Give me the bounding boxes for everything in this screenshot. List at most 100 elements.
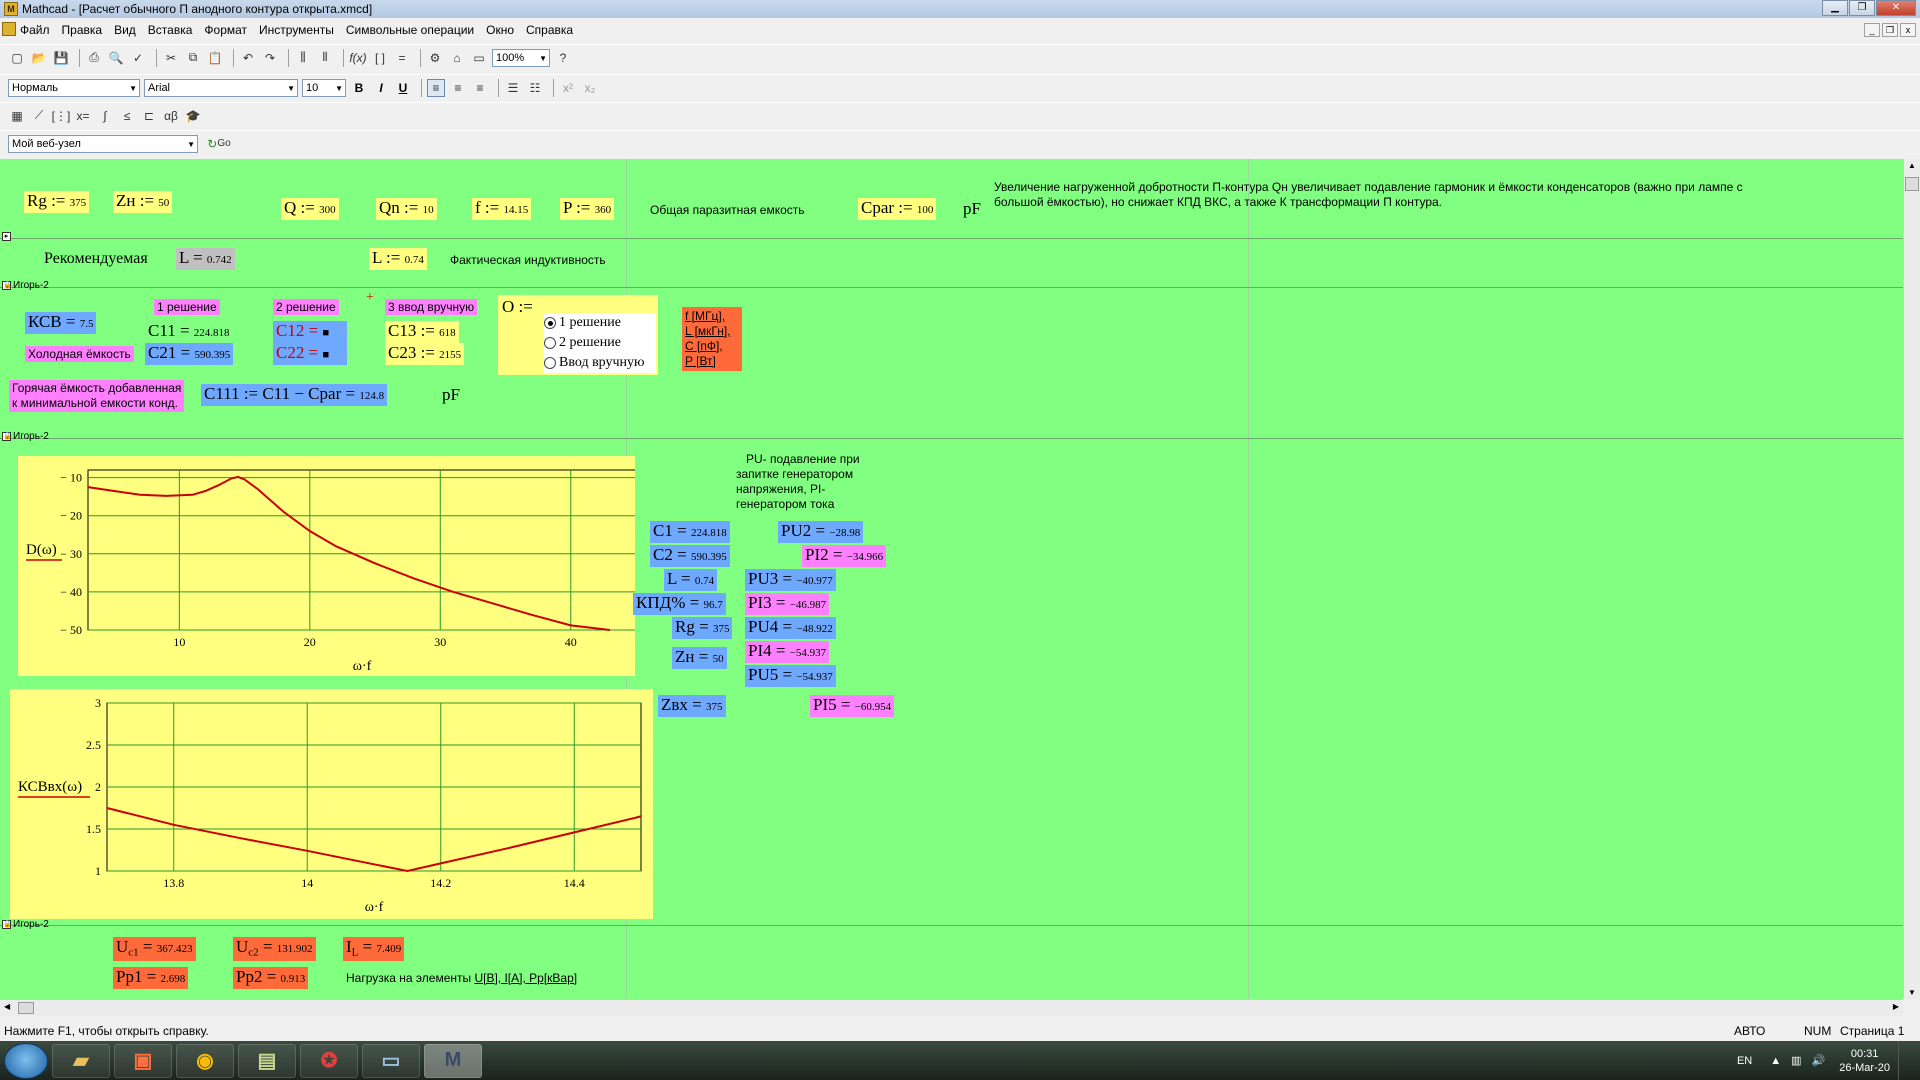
pu5-result[interactable]: PU5 = −54.937	[745, 665, 836, 687]
align-center-icon[interactable]: ≡	[449, 79, 467, 97]
menu-window[interactable]: Окно	[480, 23, 520, 37]
c13-definition[interactable]: C13 := 618	[385, 321, 459, 343]
language-indicator[interactable]: EN	[1737, 1055, 1752, 1067]
scroll-down-icon[interactable]: ▼	[1908, 988, 1916, 997]
menu-symbolics[interactable]: Символьные операции	[340, 23, 480, 37]
pp2-result[interactable]: Pp2 = 0.913	[233, 967, 309, 989]
bullets-icon[interactable]: ☰	[504, 79, 522, 97]
menu-format[interactable]: Формат	[198, 23, 253, 37]
symbolic-icon[interactable]: 🎓	[184, 107, 202, 125]
qn-definition[interactable]: Qn := 10	[376, 198, 437, 220]
clock[interactable]: 00:31 26-Mar-20	[1839, 1047, 1890, 1075]
open-icon[interactable]: 📂	[30, 49, 48, 67]
c23-definition[interactable]: C23 := 2155	[385, 343, 465, 365]
bold-button[interactable]: B	[350, 79, 368, 97]
horizontal-scrollbar[interactable]: ◀ ▶	[0, 999, 1903, 1016]
region-marker[interactable]: ▸	[2, 232, 13, 241]
l-result[interactable]: L = 0.74	[664, 569, 718, 591]
kpd-result[interactable]: КПД% = 96.7	[633, 593, 726, 615]
insert-component-icon[interactable]: ⚙	[426, 49, 444, 67]
radio-manual[interactable]: Ввод вручную	[544, 353, 656, 373]
region-igor-2[interactable]: 🔒 Игорь-2	[2, 431, 49, 442]
start-button[interactable]	[4, 1042, 48, 1079]
l-recommended[interactable]: L = 0.742	[176, 248, 235, 270]
font-select[interactable]: Arial ▼	[144, 78, 298, 97]
underline-button[interactable]: U	[394, 79, 412, 97]
calculus-icon[interactable]: ∫	[96, 107, 114, 125]
doc-close-button[interactable]: x	[1900, 23, 1916, 37]
radio-solution-2[interactable]: 2 решение	[544, 333, 656, 353]
new-icon[interactable]: ▢	[8, 49, 26, 67]
c2-result[interactable]: C2 = 590.395	[650, 545, 730, 567]
game-taskbar-icon[interactable]: ✪	[300, 1043, 358, 1078]
redo-icon[interactable]: ↷	[261, 49, 279, 67]
pu2-result[interactable]: PU2 = −28.98	[778, 521, 864, 543]
copy-icon[interactable]: ⧉	[184, 49, 202, 67]
align-across-icon[interactable]: ⫼	[294, 49, 312, 67]
resource-center-icon[interactable]: ⌂	[448, 49, 466, 67]
region-igor-2[interactable]: 🔒 Игорь-2	[2, 280, 49, 291]
calculate-icon[interactable]: =	[393, 49, 411, 67]
scroll-left-icon[interactable]: ◀	[4, 1002, 10, 1011]
zn-definition[interactable]: Zн := 50	[113, 191, 173, 213]
paste-icon[interactable]: 📋	[206, 49, 224, 67]
scroll-up-icon[interactable]: ▲	[1908, 161, 1916, 170]
align-left-icon[interactable]: ≡	[427, 78, 445, 97]
plot-d-omega[interactable]: 10 20 30 40 − 10 − 20 − 30 − 40 − 50 D(ω) ω·f	[18, 456, 637, 676]
q-definition[interactable]: Q := 300	[281, 198, 339, 220]
c1-result[interactable]: C1 = 224.818	[650, 521, 730, 543]
pu4-result[interactable]: PU4 = −48.922	[745, 617, 836, 639]
save-icon[interactable]: 💾	[52, 49, 70, 67]
worksheet[interactable]: Rg := 375 Zн := 50 Q := 300 Qn := 10 f :…	[0, 159, 1903, 999]
f-definition[interactable]: f := 14.15	[472, 198, 532, 220]
print-preview-icon[interactable]: 🔍	[107, 49, 125, 67]
evaluation-icon[interactable]: x=	[74, 107, 92, 125]
pi2-result[interactable]: PI2 = −34.966	[802, 545, 887, 567]
app-taskbar-icon[interactable]: ▣	[114, 1043, 172, 1078]
zn-result[interactable]: Zн = 50	[672, 647, 727, 669]
menu-insert[interactable]: Вставка	[142, 23, 199, 37]
vertical-scroll-thumb[interactable]	[1905, 177, 1919, 191]
scroll-right-icon[interactable]: ▶	[1893, 1002, 1899, 1011]
explorer-taskbar-icon[interactable]: ▰	[52, 1043, 110, 1078]
l-actual-definition[interactable]: L := 0.74	[369, 248, 427, 270]
pi3-result[interactable]: PI3 = −46.987	[745, 593, 830, 615]
maximize-button[interactable]: ❐	[1849, 0, 1875, 16]
menu-edit[interactable]: Правка	[56, 23, 109, 37]
c21-result[interactable]: C21 = 590.395	[145, 343, 234, 365]
c11-result[interactable]: C11 = 224.818	[145, 321, 233, 343]
doc-minimize-button[interactable]: _	[1864, 23, 1880, 37]
ksv-result[interactable]: КСВ = 7.5	[25, 312, 97, 334]
pi4-result[interactable]: PI4 = −54.937	[745, 641, 830, 663]
numbering-icon[interactable]: ☷	[526, 79, 544, 97]
cut-icon[interactable]: ✂	[162, 49, 180, 67]
programming-icon[interactable]: ⊏	[140, 107, 158, 125]
tool-taskbar-icon[interactable]: ▤	[238, 1043, 296, 1078]
greek-icon[interactable]: αβ	[162, 107, 180, 125]
help-icon[interactable]: ?	[554, 49, 572, 67]
italic-button[interactable]: I	[372, 79, 390, 97]
menu-file[interactable]: Файл	[14, 23, 56, 37]
menu-view[interactable]: Вид	[108, 23, 142, 37]
volume-icon[interactable]: 🔊	[1812, 1054, 1826, 1067]
chrome-taskbar-icon[interactable]: ◉	[176, 1043, 234, 1078]
p-definition[interactable]: P := 360	[560, 198, 615, 220]
spell-check-icon[interactable]: ✓	[129, 49, 147, 67]
uc1-result[interactable]: Uc1 = 367.423	[113, 937, 196, 961]
close-button[interactable]: ✕	[1876, 0, 1916, 16]
show-desktop-button[interactable]	[1898, 1041, 1910, 1080]
align-right-icon[interactable]: ≡	[471, 79, 489, 97]
pi5-result[interactable]: PI5 = −60.954	[810, 695, 895, 717]
rg-definition[interactable]: Rg := 375	[24, 191, 90, 213]
style-select[interactable]: Нормаль ▼	[8, 78, 140, 97]
window-taskbar-icon[interactable]: ▭	[362, 1043, 420, 1078]
c22-result[interactable]: C22 = ■	[273, 343, 347, 365]
align-down-icon[interactable]: ⫴	[316, 49, 334, 67]
undo-icon[interactable]: ↶	[239, 49, 257, 67]
radio-solution-1[interactable]: 1 решение	[544, 313, 656, 333]
menu-help[interactable]: Справка	[520, 23, 579, 37]
window-icon[interactable]: ▭	[470, 49, 488, 67]
go-button[interactable]: ↻ Go	[202, 135, 236, 153]
c111-result[interactable]: C111 := C11 − Cpar = 124.8	[201, 384, 388, 406]
subscript-icon[interactable]: x₂	[581, 79, 599, 97]
